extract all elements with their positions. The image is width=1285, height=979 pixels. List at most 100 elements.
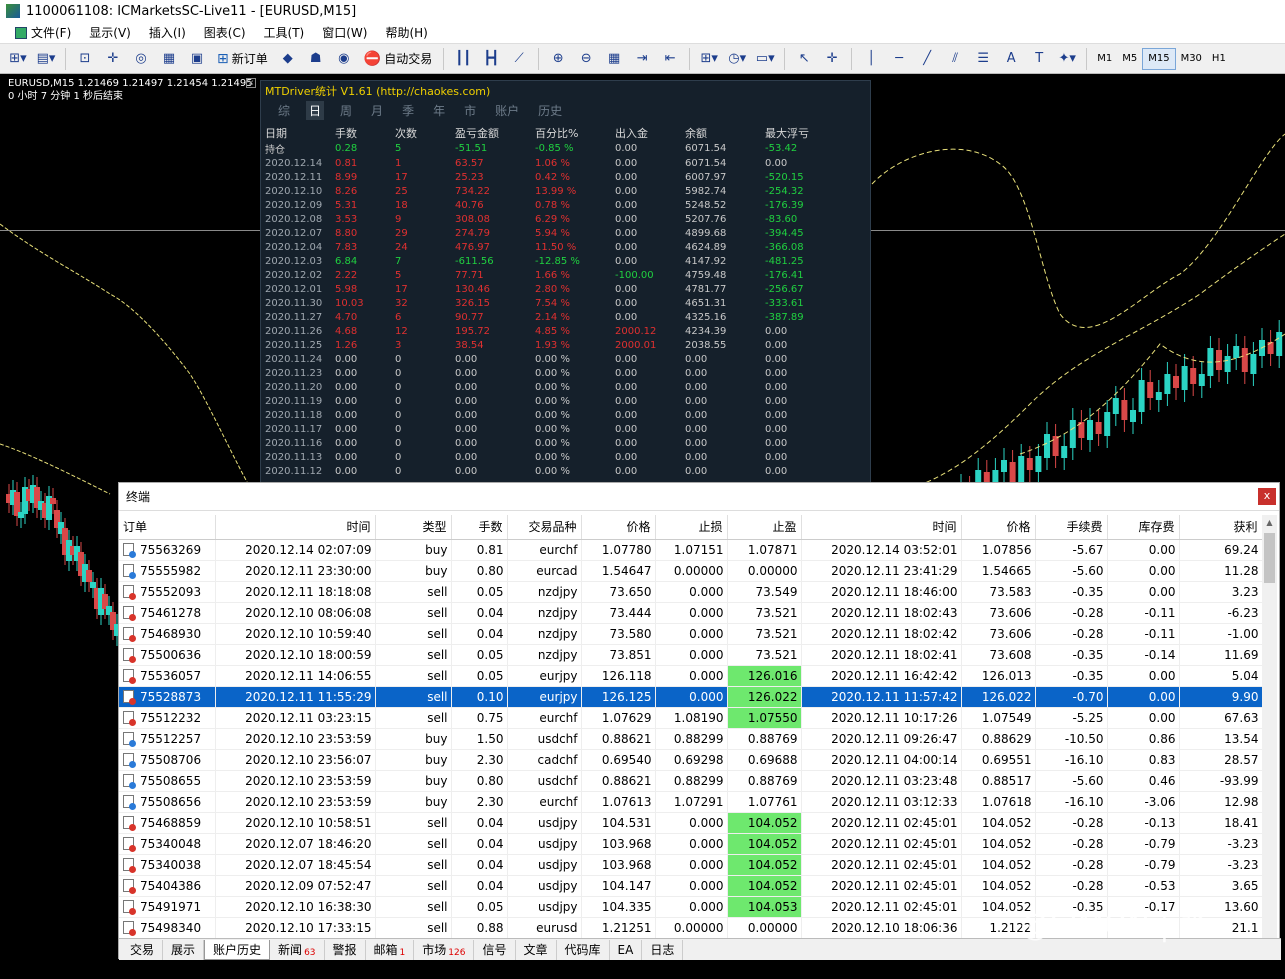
scroll-thumb[interactable] bbox=[1264, 533, 1275, 583]
tab-警报[interactable]: 警报 bbox=[325, 939, 366, 960]
profiles-icon[interactable]: ▤▾ bbox=[34, 47, 58, 71]
menu-item[interactable]: 文件(F) bbox=[6, 24, 80, 41]
menu-item[interactable]: 窗口(W) bbox=[313, 24, 376, 41]
tab-文章[interactable]: 文章 bbox=[516, 939, 557, 960]
table-row[interactable]: 75340048 2020.12.07 18:46:20 sell 0.04 usdjp… bbox=[119, 833, 1262, 855]
tab-日志[interactable]: 日志 bbox=[642, 939, 684, 960]
table-row[interactable]: 75555982 2020.12.11 23:30:00 buy 0.80 eurcad… bbox=[119, 560, 1262, 582]
tester-icon[interactable]: ▣ bbox=[185, 47, 209, 71]
mtdriver-tab[interactable]: 年 bbox=[430, 101, 448, 120]
orders-column-header[interactable]: 时间 bbox=[801, 515, 962, 540]
channel-icon[interactable]: ⫽ bbox=[943, 47, 967, 71]
bar-chart-icon[interactable]: ┃┃ bbox=[451, 47, 475, 71]
close-icon[interactable]: x bbox=[1258, 488, 1276, 505]
table-row[interactable]: 75404386 2020.12.09 07:52:47 sell 0.04 usdjp… bbox=[119, 875, 1262, 897]
tile-windows-icon[interactable]: ▦ bbox=[602, 47, 626, 71]
zoom-out-icon[interactable]: ⊖ bbox=[574, 47, 598, 71]
mtdriver-tab[interactable]: 月 bbox=[368, 101, 386, 120]
menu-item[interactable]: 图表(C) bbox=[195, 24, 255, 41]
orders-column-header[interactable]: 止盈 bbox=[727, 515, 802, 540]
signals-icon[interactable]: ☗ bbox=[304, 47, 328, 71]
indicator-close-icon[interactable]: × bbox=[246, 78, 256, 88]
new-chart-icon[interactable]: ⊞▾ bbox=[6, 47, 30, 71]
table-row[interactable]: 75500636 2020.12.10 18:00:59 sell 0.05 nzdjp… bbox=[119, 644, 1262, 666]
cursor-icon[interactable]: ↖ bbox=[792, 47, 816, 71]
scroll-up-icon[interactable]: ▲ bbox=[1262, 515, 1277, 530]
orders-column-header[interactable]: 时间 bbox=[215, 515, 376, 540]
table-row[interactable]: 75528873 2020.12.11 11:55:29 sell 0.10 eurjp… bbox=[119, 686, 1262, 708]
table-row[interactable]: 75468859 2020.12.10 10:58:51 sell 0.04 usdjp… bbox=[119, 812, 1262, 834]
menu-item[interactable]: 帮助(H) bbox=[376, 24, 436, 41]
indicators-icon[interactable]: ⊞▾ bbox=[697, 47, 721, 71]
timeframe-m1-button[interactable]: M1 bbox=[1092, 48, 1117, 70]
zoom-in-icon[interactable]: ⊕ bbox=[546, 47, 570, 71]
tab-邮箱[interactable]: 邮箱 1 bbox=[366, 939, 415, 960]
vertical-line-icon[interactable]: │ bbox=[859, 47, 883, 71]
orders-column-header[interactable]: 获利 bbox=[1179, 515, 1262, 540]
orders-column-header[interactable]: 手数 bbox=[451, 515, 508, 540]
mtdriver-tab[interactable]: 账户 bbox=[492, 101, 522, 120]
table-row[interactable]: 75512257 2020.12.10 23:53:59 buy 1.50 usdchf… bbox=[119, 728, 1262, 750]
orders-column-header[interactable]: 价格 bbox=[581, 515, 656, 540]
arrows-icon[interactable]: ✦▾ bbox=[1055, 47, 1079, 71]
mtdriver-tab[interactable]: 季 bbox=[399, 101, 417, 120]
tab-展示[interactable]: 展示 bbox=[163, 939, 205, 960]
mtdriver-tab[interactable]: 综 bbox=[275, 101, 293, 120]
table-row[interactable]: 75512232 2020.12.11 03:23:15 sell 0.75 eurch… bbox=[119, 707, 1262, 729]
table-row[interactable]: 75508706 2020.12.10 23:56:07 buy 2.30 cadchf… bbox=[119, 749, 1262, 771]
line-chart-icon[interactable]: ⟋ bbox=[507, 47, 531, 71]
periods-icon[interactable]: ◷▾ bbox=[725, 47, 749, 71]
timeframe-h1-button[interactable]: H1 bbox=[1207, 48, 1231, 70]
mtdriver-tab[interactable]: 周 bbox=[337, 101, 355, 120]
autoscroll-icon[interactable]: ⇥ bbox=[630, 47, 654, 71]
orders-column-header[interactable]: 类型 bbox=[375, 515, 452, 540]
table-row[interactable]: 75536057 2020.12.11 14:06:55 sell 0.05 eurjp… bbox=[119, 665, 1262, 687]
table-row[interactable]: 75508656 2020.12.10 23:53:59 buy 2.30 eurchf… bbox=[119, 791, 1262, 813]
tab-交易[interactable]: 交易 bbox=[122, 939, 164, 960]
menu-item[interactable]: 插入(I) bbox=[140, 24, 195, 41]
crosshair-icon[interactable]: ✛ bbox=[820, 47, 844, 71]
timeframe-m15-button[interactable]: M15 bbox=[1142, 47, 1176, 70]
mtdriver-tab[interactable]: 历史 bbox=[535, 101, 565, 120]
fibonacci-icon[interactable]: ☰ bbox=[971, 47, 995, 71]
tab-账户历史[interactable]: 账户历史 bbox=[204, 939, 271, 960]
orders-column-header[interactable]: 库存费 bbox=[1107, 515, 1180, 540]
orders-column-header[interactable]: 交易品种 bbox=[507, 515, 582, 540]
new-order-button[interactable]: ⊞ 新订单 bbox=[213, 47, 272, 71]
vps-icon[interactable]: ◉ bbox=[332, 47, 356, 71]
data-window-icon[interactable]: ✛ bbox=[101, 47, 125, 71]
timeframe-m30-button[interactable]: M30 bbox=[1176, 48, 1207, 70]
table-row[interactable]: 75340038 2020.12.07 18:45:54 sell 0.04 usdjp… bbox=[119, 854, 1262, 876]
vertical-scrollbar[interactable]: ▲ bbox=[1262, 515, 1277, 939]
chart-shift-icon[interactable]: ⇤ bbox=[658, 47, 682, 71]
text-label-icon[interactable]: T bbox=[1027, 47, 1051, 71]
orders-column-header[interactable]: 止损 bbox=[655, 515, 728, 540]
orders-column-header[interactable]: 手续费 bbox=[1035, 515, 1108, 540]
table-row[interactable]: 75468930 2020.12.10 10:59:40 sell 0.04 nzdjp… bbox=[119, 623, 1262, 645]
table-row[interactable]: 75552093 2020.12.11 18:18:08 sell 0.05 nzdjp… bbox=[119, 581, 1262, 603]
tab-EA[interactable]: EA bbox=[610, 939, 643, 960]
mtdriver-tab[interactable]: 日 bbox=[306, 100, 325, 120]
terminal-icon[interactable]: ▦ bbox=[157, 47, 181, 71]
tab-信号[interactable]: 信号 bbox=[474, 939, 516, 960]
market-watch-icon[interactable]: ⊡ bbox=[73, 47, 97, 71]
orders-column-header[interactable]: 价格 bbox=[961, 515, 1036, 540]
templates-icon[interactable]: ▭▾ bbox=[753, 47, 777, 71]
menu-item[interactable]: 显示(V) bbox=[80, 24, 140, 41]
timeframe-m5-button[interactable]: M5 bbox=[1117, 48, 1142, 70]
text-icon[interactable]: A bbox=[999, 47, 1023, 71]
table-row[interactable]: 75508655 2020.12.10 23:53:59 buy 0.80 usdchf… bbox=[119, 770, 1262, 792]
tab-新闻[interactable]: 新闻 63 bbox=[270, 939, 325, 960]
auto-trading-button[interactable]: ⛔ 自动交易 bbox=[360, 47, 436, 71]
menu-item[interactable]: 工具(T) bbox=[255, 24, 314, 41]
orders-column-header[interactable]: 订单 bbox=[119, 515, 216, 540]
trendline-icon[interactable]: ╱ bbox=[915, 47, 939, 71]
tab-代码库[interactable]: 代码库 bbox=[557, 939, 610, 960]
metaeditor-icon[interactable]: ◆ bbox=[276, 47, 300, 71]
table-row[interactable]: 75563269 2020.12.14 02:07:09 buy 0.81 eurchf… bbox=[119, 539, 1262, 561]
horizontal-line-icon[interactable]: ─ bbox=[887, 47, 911, 71]
candlestick-icon[interactable]: ┣┫ bbox=[479, 47, 503, 71]
mtdriver-tab[interactable]: 市 bbox=[461, 101, 479, 120]
table-row[interactable]: 75461278 2020.12.10 08:06:08 sell 0.04 nzdjp… bbox=[119, 602, 1262, 624]
navigator-icon[interactable]: ◎ bbox=[129, 47, 153, 71]
